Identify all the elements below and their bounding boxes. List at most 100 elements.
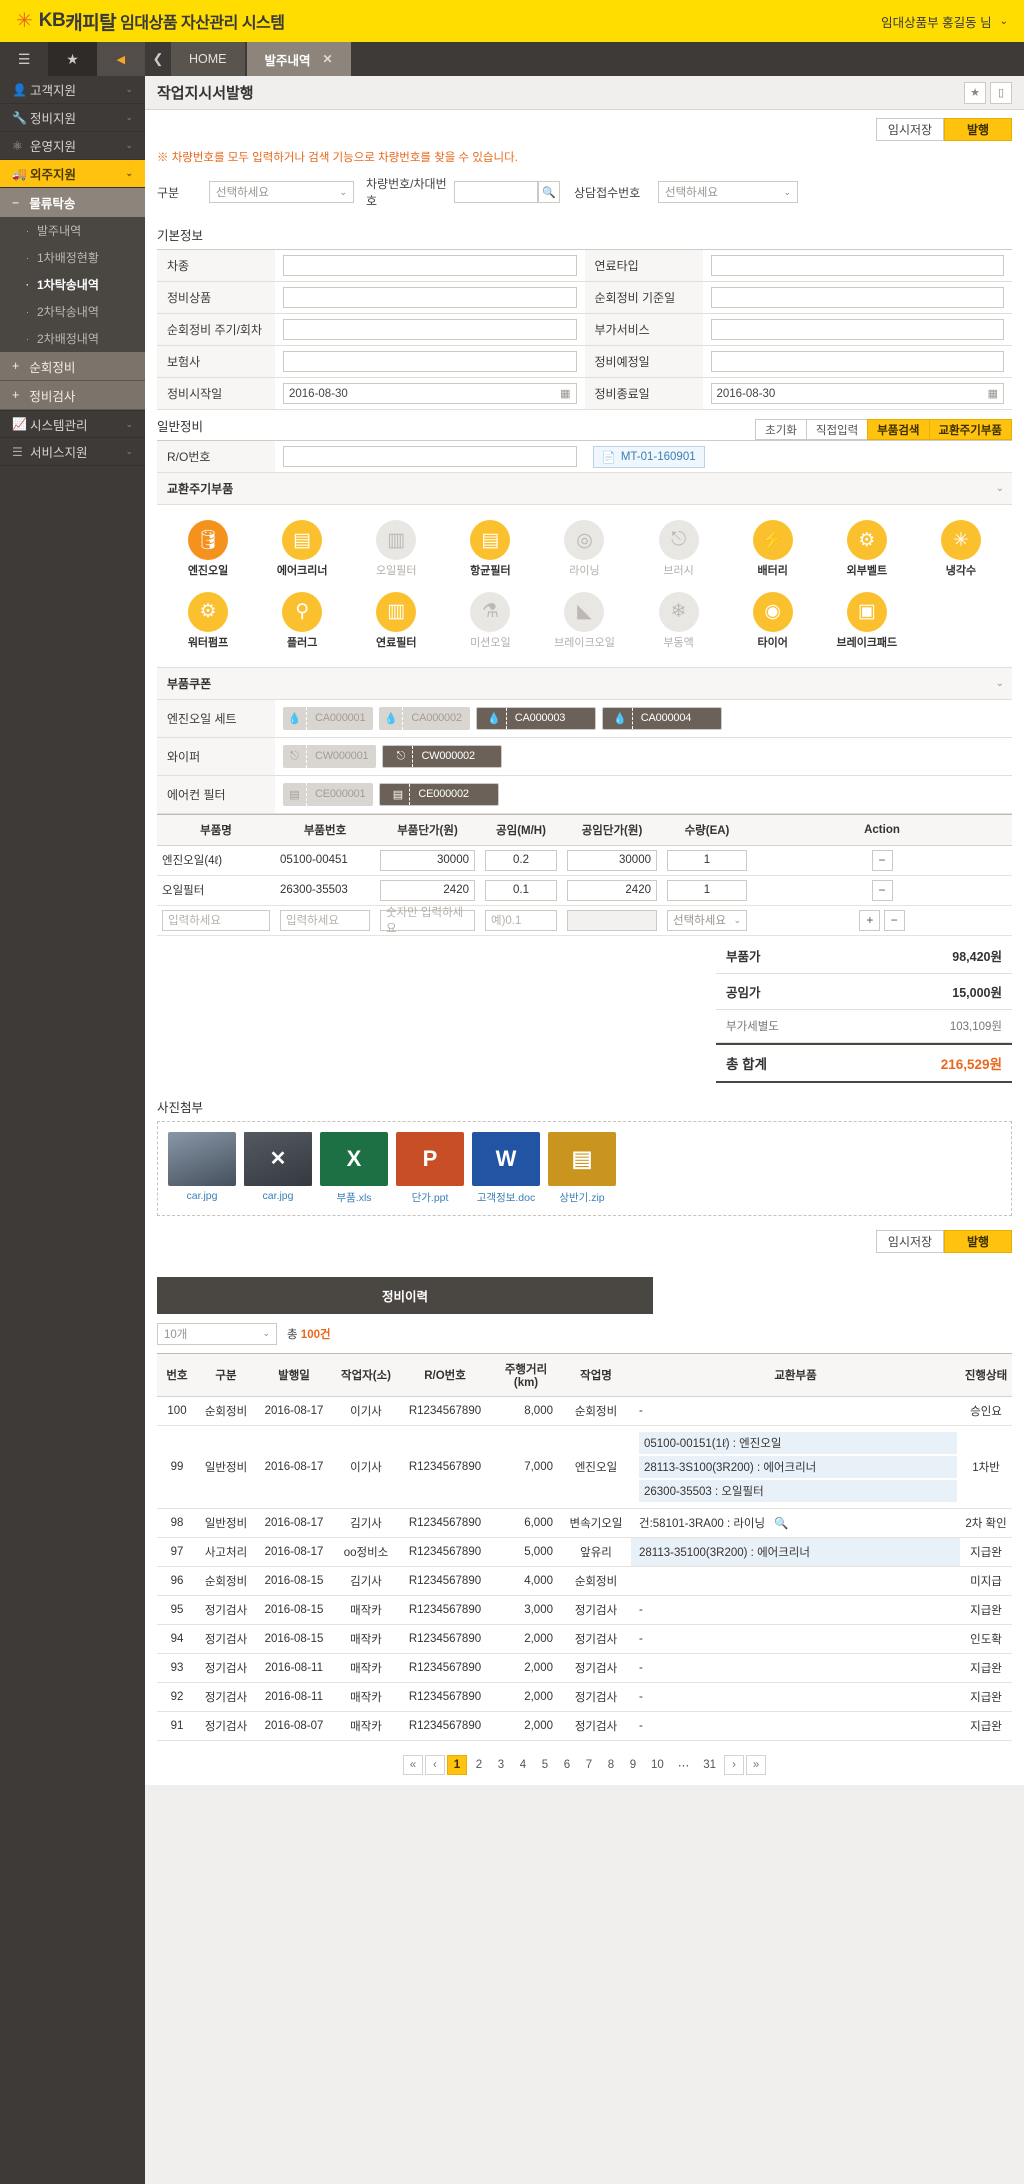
labor-rate-input[interactable]: 30000 [567,849,657,871]
part-fuel-filter[interactable]: ▥ 연료필터 [349,587,443,659]
tab-reset[interactable]: 초기화 [755,419,807,440]
sidebar-item-outsourcing-support[interactable]: 🚚 외주지원 ⌄ [0,160,145,188]
coupon-chip[interactable]: ▤ CE000002 [379,782,500,806]
page-6[interactable]: 6 [557,1755,577,1775]
coupon-chip[interactable]: 💧 CA000004 [601,706,722,730]
quantity-input[interactable]: 1 [667,879,747,901]
coupon-chip[interactable]: 💧 CA000002 [379,706,470,730]
sidebar-group-patrol-maintenance[interactable]: + 순회정비 [0,352,145,381]
page-last-button[interactable]: » [746,1754,767,1775]
page-1[interactable]: 1 [446,1754,467,1775]
start-date-input[interactable]: 2016-08-30 ▦ [283,383,577,404]
sidebar-group-logistics[interactable]: − 물류탁송 [0,188,145,217]
page-10[interactable]: 10 [645,1755,670,1775]
table-row[interactable]: 93 정기검사 2016-08-11 매작카 R1234567890 2,000… [157,1653,1012,1683]
attachment-item[interactable]: X 부품.xls [320,1131,388,1205]
tab-home[interactable]: HOME [171,42,245,76]
coupon-chip[interactable]: ▤ CE000001 [283,782,374,806]
user-menu[interactable]: 임대상품부 홍길동 님 ⌄ [881,12,1008,31]
part-coolant[interactable]: ✳ 냉각수 [914,515,1008,587]
sidebar-item-customer-support[interactable]: 👤 고객지원 ⌄ [0,76,145,104]
part-tire[interactable]: ◉ 타이어 [726,587,820,659]
additional-service-input[interactable] [710,319,1004,340]
page-5[interactable]: 5 [535,1755,555,1775]
page-prev-button[interactable]: ‹ [424,1754,445,1775]
sidebar-item-first-allocation[interactable]: · 1차배정현황 [0,244,145,271]
table-row[interactable]: 100 순회정비 2016-08-17 이기사 R1234567890 8,00… [157,1396,1012,1426]
table-row[interactable]: 96 순회정비 2016-08-15 김기사 R1234567890 4,000… [157,1566,1012,1596]
part-battery[interactable]: ⚡ 배터리 [726,515,820,587]
fuel-type-input[interactable] [710,255,1004,276]
attachment-item[interactable]: ▤ 상반기.zip [548,1131,616,1205]
page-first-button[interactable]: « [402,1754,423,1775]
new-labor-rate-input[interactable] [567,909,657,931]
part-water-pump[interactable]: ⚙ 워터펌프 [161,587,255,659]
part-mission-oil[interactable]: ⚗ 미션오일 [443,587,537,659]
calendar-icon[interactable]: ▦ [988,387,998,400]
part-brake-pad[interactable]: ▣ 브레이크패드 [820,587,914,659]
sidebar-item-second-allocation[interactable]: · 2차배정내역 [0,325,145,352]
part-air-cleaner[interactable]: ▤ 에어크리너 [255,515,349,587]
table-row[interactable]: 98 일반정비 2016-08-17 김기사 R1234567890 6,000… [157,1508,1012,1538]
sidebar-item-system-management[interactable]: 📈 시스템관리 ⌄ [0,410,145,438]
favorite-star-icon[interactable]: ★ [964,81,986,104]
labor-mh-input[interactable]: 0.2 [485,849,557,871]
attachment-item[interactable]: P 단가.ppt [396,1131,464,1205]
tab-direct-input[interactable]: 직접입력 [805,419,869,440]
scheduled-date-input[interactable] [710,351,1004,372]
table-row[interactable]: 92 정기검사 2016-08-11 매작카 R1234567890 2,000… [157,1682,1012,1712]
close-icon[interactable]: ✕ [323,52,333,66]
sidebar-item-order-history[interactable]: · 발주내역 [0,217,145,244]
chevron-down-icon[interactable]: ⌄ [275,667,1012,699]
labor-mh-input[interactable]: 0.1 [485,879,557,901]
issue-button-bottom[interactable]: 발행 [944,1229,1012,1253]
part-antibacterial-filter[interactable]: ▤ 항균필터 [443,515,537,587]
page-7[interactable]: 7 [579,1755,599,1775]
chevron-down-icon[interactable]: ⌄ [275,473,1012,504]
tab-cycle-parts[interactable]: 교환주기부품 [928,419,1012,440]
part-brush[interactable]: ⎋ 브러시 [632,515,726,587]
part-outer-belt[interactable]: ⚙ 외부벨트 [820,515,914,587]
part-lining[interactable]: ◎ 라이닝 [537,515,631,587]
sidebar-item-service-support[interactable]: ☰ 서비스지원 ⌄ [0,438,145,466]
attachment-item[interactable]: car.jpg [168,1131,236,1205]
page-9[interactable]: 9 [623,1755,643,1775]
table-row[interactable]: 95 정기검사 2016-08-15 매작카 R1234567890 3,000… [157,1595,1012,1625]
sidebar-item-maintenance-support[interactable]: 🔧 정비지원 ⌄ [0,104,145,132]
menu-list-icon[interactable]: ☰ [0,42,48,76]
table-row[interactable]: 94 정기검사 2016-08-15 매작카 R1234567890 2,000… [157,1624,1012,1654]
table-row[interactable]: 99 일반정비 2016-08-17 이기사 R1234567890 7,000… [157,1425,1012,1509]
sidebar-collapse-icon[interactable]: ◀ [96,42,145,76]
patrol-base-date-input[interactable] [710,287,1004,308]
new-part-number-input[interactable]: 입력하세요 [280,909,370,931]
coupon-chip[interactable]: 💧 CA000001 [283,706,374,730]
page-4[interactable]: 4 [513,1755,533,1775]
search-icon[interactable]: 🔍 [538,181,560,203]
consult-number-select[interactable]: 선택하세요 ⌄ [658,181,798,203]
coupon-chip[interactable]: ⎋ CW000001 [283,744,377,768]
unit-price-input[interactable]: 30000 [380,849,475,871]
mobile-view-icon[interactable]: ▯ [990,81,1012,104]
sidebar-item-operation-support[interactable]: ⚛ 운영지원 ⌄ [0,132,145,160]
table-row[interactable]: 91 정기검사 2016-08-07 매작카 R1234567890 2,000… [157,1711,1012,1741]
part-engine-oil[interactable]: 🛢 엔진오일 [161,515,255,587]
page-3[interactable]: 3 [491,1755,511,1775]
page-8[interactable]: 8 [601,1755,621,1775]
save-temp-button-bottom[interactable]: 임시저장 [876,1229,944,1253]
quantity-input[interactable]: 1 [667,849,747,871]
close-icon[interactable]: ✕ [244,1131,312,1186]
attachment-item[interactable]: W 고객정보.doc [472,1131,540,1205]
sidebar-item-first-delivery[interactable]: · 1차탁송내역 [0,271,145,298]
search-icon[interactable]: 🔍 [774,1518,788,1530]
calendar-icon[interactable]: ▦ [560,387,570,400]
attachment-item[interactable]: ✕ car.jpg [244,1131,312,1205]
coupon-chip[interactable]: ⎋ CW000002 [382,744,503,768]
unit-price-input[interactable]: 2420 [380,879,475,901]
tab-parts-search[interactable]: 부품검색 [867,419,930,440]
remove-row-button[interactable]: − [883,909,905,931]
ro-number-input[interactable] [283,446,577,467]
new-unit-price-input[interactable]: 숫자만 입력하세요 [380,907,475,935]
labor-rate-input[interactable]: 2420 [567,879,657,901]
remove-row-button[interactable]: − [871,849,893,871]
part-spark-plug[interactable]: ⚲ 플러그 [255,587,349,659]
